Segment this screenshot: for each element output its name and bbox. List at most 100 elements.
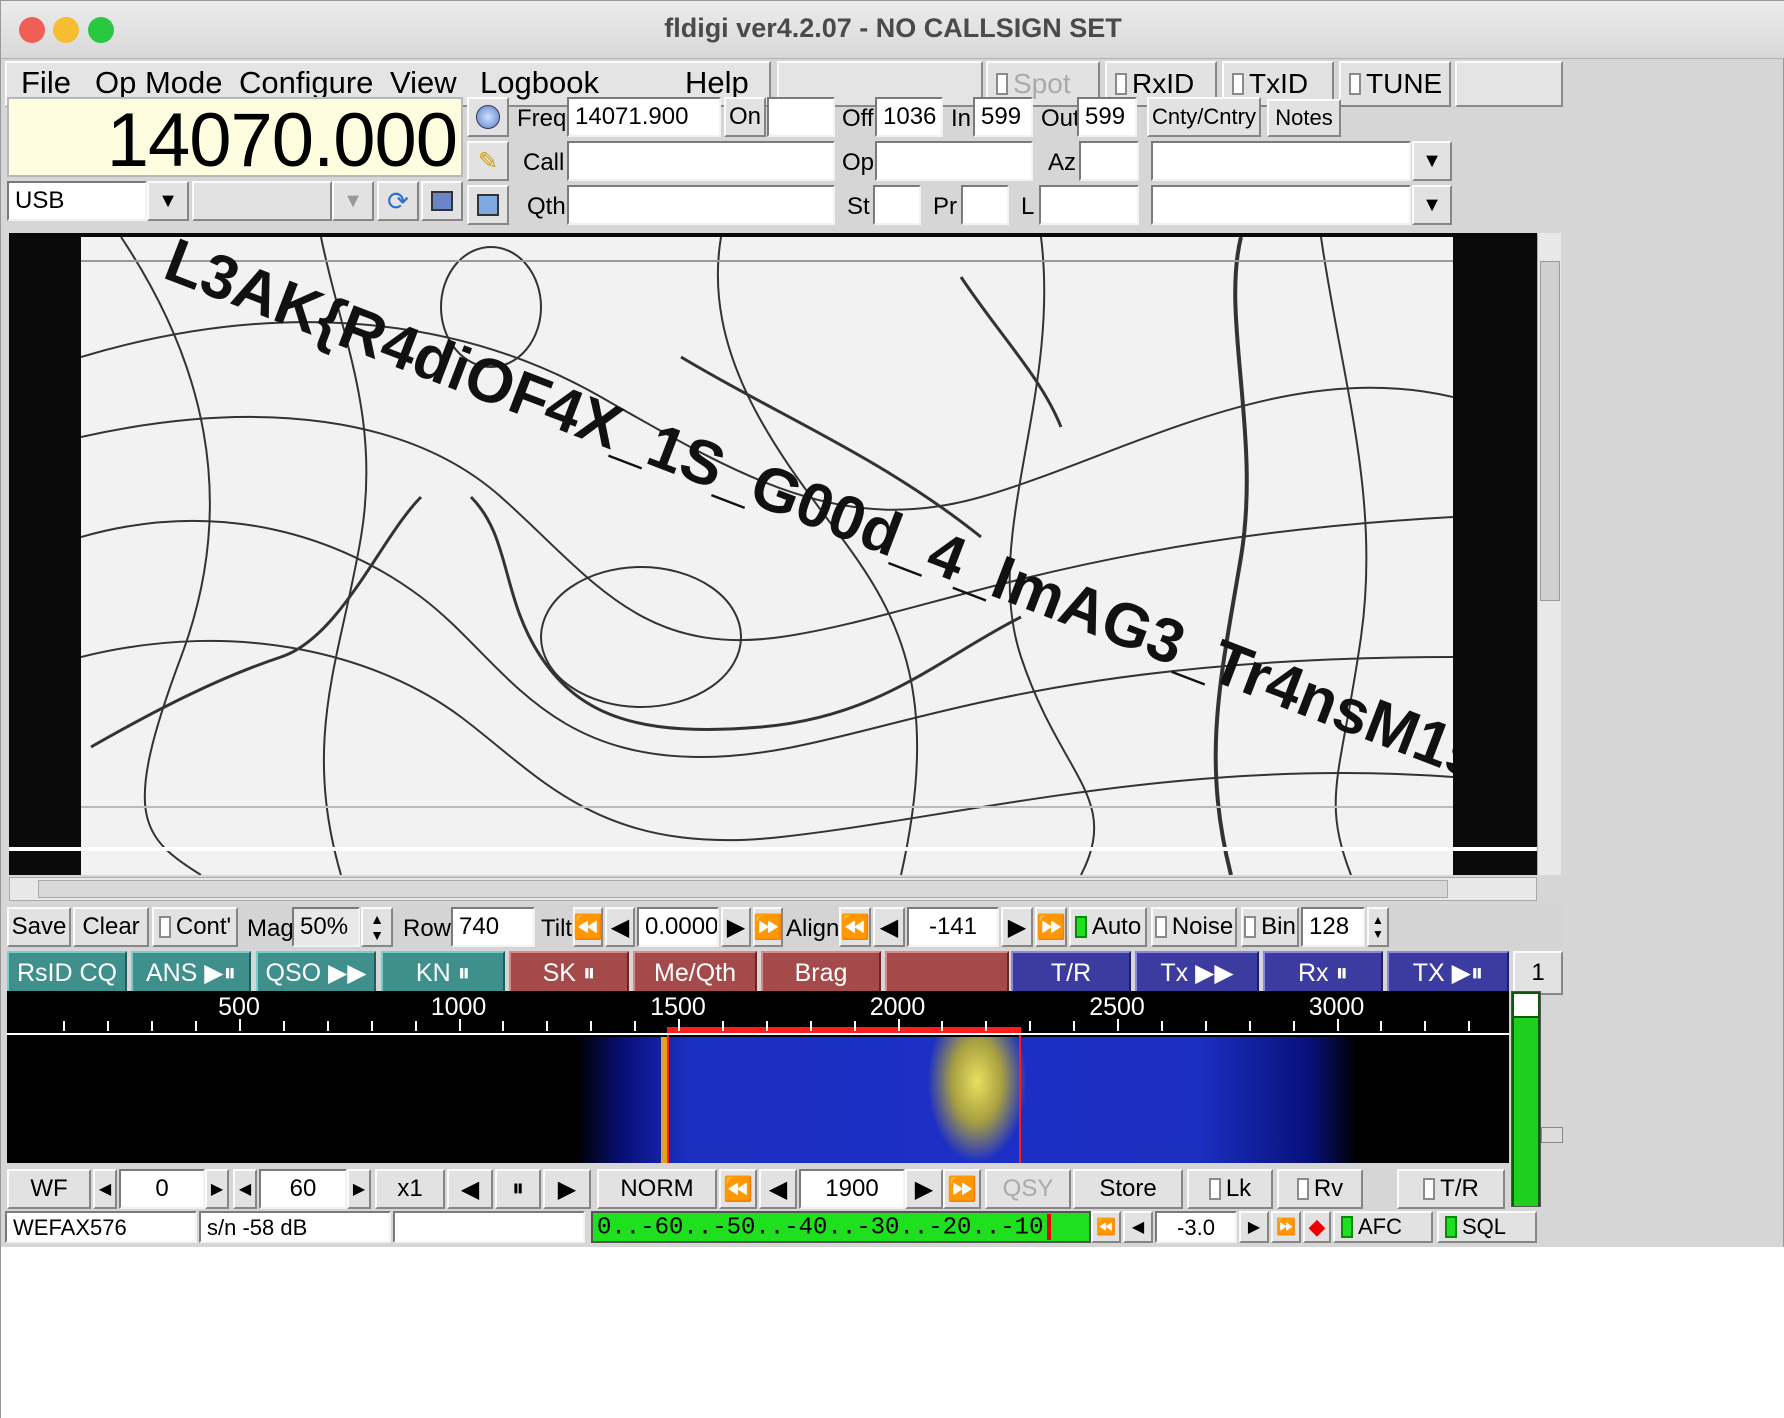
tilt-right-button[interactable]: ▶ bbox=[721, 907, 751, 947]
pause-button[interactable]: ⏸ bbox=[495, 1169, 541, 1209]
freq-field[interactable]: 14071.900 bbox=[567, 97, 721, 137]
tab-cnty-cntry[interactable]: Cnty/Cntry bbox=[1147, 97, 1261, 137]
carrier-fast-up-button[interactable]: ⏩ bbox=[943, 1169, 981, 1209]
tilt-fast-left-button[interactable]: ⏪ bbox=[573, 907, 603, 947]
tilt-field[interactable]: 0.0000 bbox=[637, 907, 719, 947]
tune-toggle[interactable]: TUNE bbox=[1339, 61, 1451, 107]
carrier-field[interactable]: 1900 bbox=[799, 1169, 905, 1209]
afc-toggle[interactable]: AFC bbox=[1333, 1211, 1433, 1243]
vscroll-thumb[interactable] bbox=[1540, 261, 1560, 601]
macro-tx-stop[interactable]: TX ▶⏸ bbox=[1387, 951, 1509, 995]
globe-lookup-button[interactable] bbox=[467, 97, 509, 137]
tr-toggle[interactable]: T/R bbox=[1397, 1169, 1505, 1209]
qsy-button[interactable]: QSY bbox=[985, 1169, 1071, 1209]
sql-down-button[interactable]: ◀ bbox=[1123, 1211, 1153, 1243]
save-log-button[interactable] bbox=[467, 185, 509, 225]
align-fast-right-button[interactable]: ⏩ bbox=[1035, 907, 1067, 947]
op-field[interactable] bbox=[875, 141, 1033, 181]
macro-rsid-cq[interactable]: RsID CQ bbox=[7, 951, 127, 995]
image-vscrollbar[interactable] bbox=[1537, 233, 1561, 875]
scroll-left-button[interactable]: ◀ bbox=[447, 1169, 493, 1209]
bin-spinner[interactable]: ▲ ▼ bbox=[1367, 907, 1389, 947]
county-field[interactable] bbox=[1151, 141, 1411, 181]
tilt-fast-right-button[interactable]: ⏩ bbox=[753, 907, 783, 947]
store-button[interactable]: Store bbox=[1073, 1169, 1183, 1209]
macro-rx[interactable]: Rx ⏸ bbox=[1263, 951, 1383, 995]
bin-toggle[interactable]: Bin bbox=[1241, 907, 1299, 947]
rst-in-field[interactable]: 599 bbox=[973, 97, 1033, 137]
range-field[interactable]: 60 bbox=[259, 1169, 347, 1209]
wf-mode-button[interactable]: WF bbox=[7, 1169, 91, 1209]
lock-toggle[interactable]: Lk bbox=[1187, 1169, 1273, 1209]
offset-field[interactable]: 0 bbox=[119, 1169, 205, 1209]
scroll-right-button[interactable]: ▶ bbox=[543, 1169, 591, 1209]
county-dropdown-button[interactable]: ▼ bbox=[1412, 141, 1452, 181]
squelch-value-field[interactable]: -3.0 bbox=[1155, 1211, 1237, 1243]
range-up-button[interactable]: ▶ bbox=[347, 1169, 371, 1209]
hscroll-thumb[interactable] bbox=[38, 880, 1448, 898]
province-field[interactable] bbox=[961, 185, 1009, 225]
bandwidth-dropdown-button[interactable]: ▼ bbox=[332, 181, 374, 221]
rst-out-field[interactable]: 599 bbox=[1077, 97, 1137, 137]
align-fast-left-button[interactable]: ⏪ bbox=[839, 907, 871, 947]
speed-button[interactable]: NORM bbox=[597, 1169, 717, 1209]
squelch-meter[interactable]: 0..-60..-50..-40..-30..-20..-10 bbox=[591, 1211, 1091, 1243]
xmit-indicator[interactable]: ◆ bbox=[1303, 1211, 1331, 1243]
macro-sk[interactable]: SK ⏸ bbox=[509, 951, 629, 995]
save-image-button[interactable]: Save bbox=[7, 907, 71, 947]
qth-field[interactable] bbox=[567, 185, 835, 225]
clear-image-button[interactable]: Clear bbox=[73, 907, 149, 947]
carrier-up-button[interactable]: ▶ bbox=[905, 1169, 943, 1209]
zoom-button[interactable]: x1 bbox=[375, 1169, 445, 1209]
cont-toggle[interactable]: Cont' bbox=[152, 907, 238, 947]
range-down-button[interactable]: ◀ bbox=[233, 1169, 257, 1209]
status-mode[interactable]: WEFAX576 bbox=[5, 1211, 197, 1243]
az-field[interactable] bbox=[1079, 141, 1139, 181]
on-time-button[interactable]: On bbox=[724, 97, 766, 137]
bandwidth-select[interactable] bbox=[192, 181, 332, 221]
reverse-toggle[interactable]: Rv bbox=[1277, 1169, 1363, 1209]
on-time-field[interactable] bbox=[767, 97, 835, 137]
offset-down-button[interactable]: ◀ bbox=[93, 1169, 117, 1209]
country-field[interactable] bbox=[1151, 185, 1411, 225]
noise-toggle[interactable]: Noise bbox=[1151, 907, 1237, 947]
macro-me-qth[interactable]: Me/Qth bbox=[633, 951, 757, 995]
state-field[interactable] bbox=[873, 185, 921, 225]
align-left-button[interactable]: ◀ bbox=[873, 907, 905, 947]
row-field[interactable]: 740 bbox=[451, 907, 535, 947]
bin-threshold-field[interactable]: 128 bbox=[1301, 907, 1365, 947]
macro-empty[interactable] bbox=[885, 951, 1009, 995]
macro-qso[interactable]: QSO ▶▶ bbox=[256, 951, 376, 995]
locator-field[interactable] bbox=[1039, 185, 1139, 225]
mag-spinner[interactable]: ▲ ▼ bbox=[361, 907, 393, 947]
sql-fast-down-button[interactable]: ⏪ bbox=[1091, 1211, 1121, 1243]
align-field[interactable]: -141 bbox=[907, 907, 999, 947]
memory-button[interactable] bbox=[421, 181, 463, 221]
sql-toggle[interactable]: SQL bbox=[1437, 1211, 1537, 1243]
macro-tr[interactable]: T/R bbox=[1011, 951, 1131, 995]
tilt-left-button[interactable]: ◀ bbox=[605, 907, 635, 947]
mag-select[interactable]: 50% bbox=[292, 907, 360, 947]
off-time-field[interactable]: 1036 bbox=[875, 97, 943, 137]
tab-notes[interactable]: Notes bbox=[1267, 99, 1341, 137]
clear-log-button[interactable]: ✎ bbox=[467, 141, 509, 181]
sql-fast-up-button[interactable]: ⏩ bbox=[1271, 1211, 1301, 1243]
offset-up-button[interactable]: ▶ bbox=[205, 1169, 229, 1209]
auto-toggle[interactable]: Auto bbox=[1069, 907, 1147, 947]
macro-set-selector[interactable]: 1 bbox=[1513, 951, 1563, 995]
align-right-button[interactable]: ▶ bbox=[1001, 907, 1033, 947]
carrier-down-button[interactable]: ◀ bbox=[759, 1169, 797, 1209]
macro-ans[interactable]: ANS ▶⏸ bbox=[131, 951, 251, 995]
macro-brag[interactable]: Brag bbox=[761, 951, 881, 995]
country-dropdown-button[interactable]: ▼ bbox=[1412, 185, 1452, 225]
macro-tx[interactable]: Tx ▶▶ bbox=[1135, 951, 1259, 995]
image-hscrollbar[interactable] bbox=[9, 877, 1537, 901]
mode-select[interactable]: USB bbox=[7, 181, 147, 221]
level-slider-handle[interactable] bbox=[1541, 1127, 1563, 1143]
sql-up-button[interactable]: ▶ bbox=[1239, 1211, 1269, 1243]
frequency-display[interactable]: 14070.000 bbox=[7, 97, 463, 181]
mode-dropdown-button[interactable]: ▼ bbox=[147, 181, 189, 221]
macro-kn[interactable]: KN ⏸ bbox=[381, 951, 505, 995]
carrier-fast-down-button[interactable]: ⏪ bbox=[719, 1169, 757, 1209]
sync-button[interactable]: ⟳ bbox=[377, 181, 419, 221]
